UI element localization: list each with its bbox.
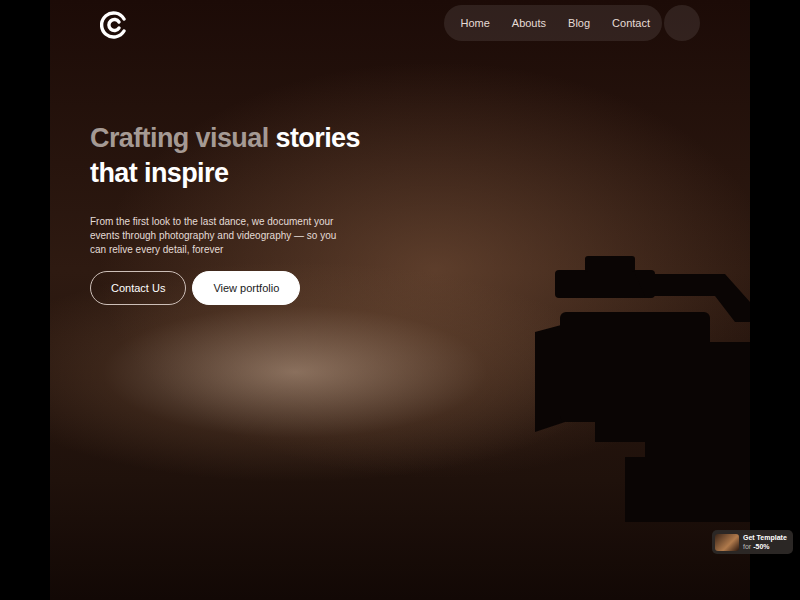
hero: Home Abouts Blog Contact Crafting visualstor… <box>50 0 750 600</box>
page: Home Abouts Blog Contact Crafting visualstor… <box>0 0 800 600</box>
badge-subtitle: for-50% <box>743 542 787 551</box>
get-template-badge[interactable]: Get Templatefor-50% <box>712 530 793 554</box>
badge-text: Get Templatefor-50% <box>743 533 787 551</box>
hero-description: From the first look to the last dance, w… <box>90 215 355 257</box>
headline-segment: stories <box>276 121 360 156</box>
hero-button[interactable]: View portfolio <box>192 271 300 305</box>
menu-button[interactable] <box>664 5 700 41</box>
nav-group: Home Abouts Blog Contact <box>444 5 700 41</box>
nav-item[interactable]: Home <box>460 17 489 29</box>
badge-title: Get Template <box>743 533 787 542</box>
badge-thumbnail <box>715 534 739 551</box>
headline: Crafting visualstories that inspire <box>90 121 410 191</box>
logo-icon[interactable] <box>100 11 128 39</box>
hero-button[interactable]: Contact Us <box>90 271 186 305</box>
badge-prefix: for <box>743 542 751 551</box>
badge-discount: -50% <box>753 542 769 551</box>
header: Home Abouts Blog Contact <box>50 0 750 41</box>
hero-content: Crafting visualstories that inspire From t… <box>50 41 420 305</box>
nav-item[interactable]: Contact <box>612 17 650 29</box>
camera-silhouette-icon <box>535 252 750 522</box>
headline-segment: Crafting visual <box>90 121 269 156</box>
hero-actions: Contact UsView portfolio <box>90 271 420 305</box>
nav-item[interactable]: Blog <box>568 17 590 29</box>
nav-bar: Home Abouts Blog Contact <box>444 5 662 41</box>
headline-segment: that inspire <box>90 156 228 191</box>
nav-item[interactable]: Abouts <box>512 17 546 29</box>
